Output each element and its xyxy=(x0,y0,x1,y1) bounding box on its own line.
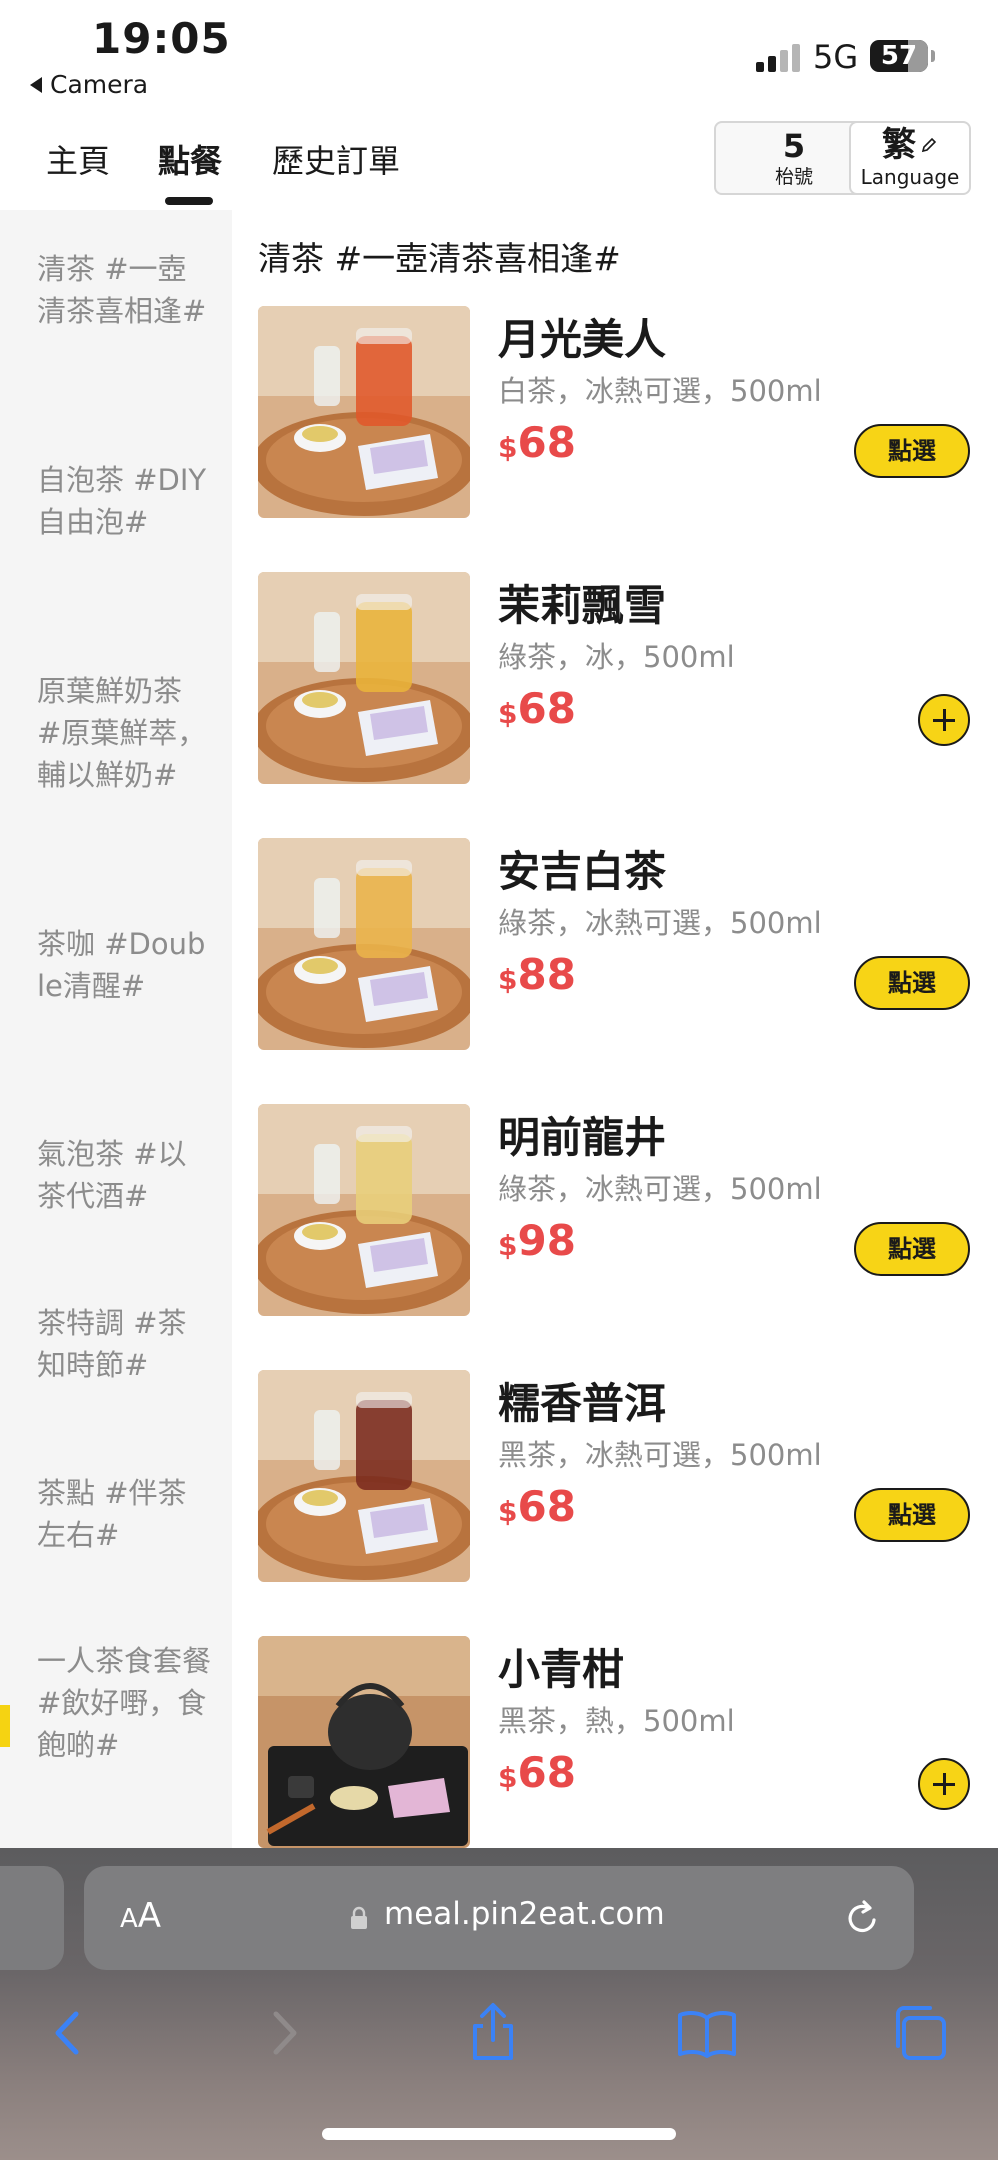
menu-item-description: 黑茶，冰熱可選，500ml xyxy=(498,1438,822,1472)
battery-level: 57 xyxy=(880,41,918,71)
text-size-button[interactable]: AA xyxy=(120,1896,161,1936)
select-item-button[interactable]: 點選 xyxy=(854,956,970,1010)
menu-item-price: $68 xyxy=(498,1748,576,1797)
sidebar-item-tea-snacks[interactable]: 茶點 #伴茶左右# xyxy=(37,1472,212,1556)
menu-item-name: 月光美人 xyxy=(498,315,667,364)
menu-item-price: $68 xyxy=(498,684,576,733)
menu-item-price: $88 xyxy=(498,950,576,999)
price-value: 68 xyxy=(517,1482,576,1531)
network-type: 5G xyxy=(813,38,859,76)
menu-item-name: 糯香普洱 xyxy=(498,1379,667,1428)
add-item-button[interactable] xyxy=(918,694,970,746)
menu-item-pre-qingming-longjing[interactable]: 明前龍井綠茶，冰熱可選，500ml $98 點選 xyxy=(258,1104,974,1318)
menu-item-little-green-mandarin[interactable]: 小青柑黑茶，熱，500ml $68 xyxy=(258,1636,974,1850)
back-to-app-button[interactable]: Camera xyxy=(30,70,148,99)
language-label: Language xyxy=(860,165,960,189)
currency-symbol: $ xyxy=(498,1229,518,1262)
sidebar-item-milk-tea[interactable]: 原葉鮮奶茶 #原葉鮮萃，輔以鮮奶# xyxy=(37,670,212,796)
lock-icon xyxy=(351,1906,367,1929)
currency-symbol: $ xyxy=(498,963,518,996)
category-sidebar xyxy=(0,210,232,1850)
pencil-icon xyxy=(921,137,937,153)
menu-item-price: $98 xyxy=(498,1216,576,1265)
sidebar-item-clear-tea[interactable]: 清茶 #一壺清茶喜相逢# xyxy=(37,248,212,332)
price-value: 68 xyxy=(517,684,576,733)
sidebar-item-set-meal[interactable]: 一人茶食套餐 #飲好嘢，食飽啲# xyxy=(37,1640,212,1766)
section-title: 清茶 #一壺清茶喜相逢# xyxy=(258,239,621,278)
menu-item-photo[interactable] xyxy=(258,1104,470,1316)
select-item-button[interactable]: 點選 xyxy=(854,1488,970,1542)
menu-item-description: 白茶，冰熱可選，500ml xyxy=(498,374,822,408)
url-text: meal.pin2eat.com xyxy=(384,1896,665,1932)
select-item-button[interactable]: 點選 xyxy=(854,424,970,478)
price-value: 88 xyxy=(517,950,576,999)
sidebar-scroll-indicator xyxy=(0,1705,10,1747)
menu-item-photo[interactable] xyxy=(258,1370,470,1582)
price-value: 68 xyxy=(517,418,576,467)
currency-symbol: $ xyxy=(498,1495,518,1528)
status-bar: 19:05 Camera 5G 57 xyxy=(0,0,998,110)
browser-toolbar: AA meal.pin2eat.com xyxy=(0,1848,998,2160)
reload-icon[interactable] xyxy=(842,1896,882,1940)
back-app-label: Camera xyxy=(50,70,149,99)
menu-item-photo[interactable] xyxy=(258,1636,470,1848)
forward-arrow-icon[interactable] xyxy=(250,2000,316,2066)
menu-item-name: 明前龍井 xyxy=(498,1113,667,1162)
tab-home[interactable]: 主頁 xyxy=(46,136,110,182)
bookmarks-icon[interactable] xyxy=(674,2000,740,2066)
language-button[interactable]: 繁 Language xyxy=(849,121,971,195)
menu-item-description: 黑茶，熱，500ml xyxy=(498,1704,735,1738)
menu-item-price: $68 xyxy=(498,418,576,467)
sidebar-item-diy-tea[interactable]: 自泡茶 #DIY自由泡# xyxy=(37,459,212,543)
currency-symbol: $ xyxy=(498,1761,518,1794)
menu-item-glutinous-puer[interactable]: 糯香普洱黑茶，冰熱可選，500ml $68 點選 xyxy=(258,1370,974,1584)
menu-item-description: 綠茶，冰熱可選，500ml xyxy=(498,1172,822,1206)
sidebar-item-tea-coffee[interactable]: 茶咖 #Double清醒# xyxy=(37,923,212,1007)
battery-nub xyxy=(931,50,935,62)
home-indicator xyxy=(322,2128,676,2140)
cellular-signal-icon xyxy=(756,44,802,72)
previous-tab-preview[interactable] xyxy=(0,1866,64,1970)
battery-icon: 57 xyxy=(870,40,928,72)
menu-item-photo[interactable] xyxy=(258,838,470,1050)
tab-order-history[interactable]: 歷史訂單 xyxy=(272,136,400,182)
currency-symbol: $ xyxy=(498,697,518,730)
active-tab-indicator xyxy=(165,197,213,205)
menu-item-photo[interactable] xyxy=(258,572,470,784)
tab-order[interactable]: 點餐 xyxy=(158,136,222,182)
menu-item-name: 茉莉飄雪 xyxy=(498,581,667,630)
address-bar[interactable]: AA meal.pin2eat.com xyxy=(84,1866,914,1970)
menu-item-anji-white-tea[interactable]: 安吉白茶綠茶，冰熱可選，500ml $88 點選 xyxy=(258,838,974,1052)
menu-item-name: 小青柑 xyxy=(498,1645,625,1694)
menu-item-name: 安吉白茶 xyxy=(498,847,667,896)
price-value: 68 xyxy=(517,1748,576,1797)
sidebar-item-sparkling-tea[interactable]: 氣泡茶 #以茶代酒# xyxy=(37,1133,212,1217)
sidebar-item-tea-specials[interactable]: 茶特調 #茶知時節# xyxy=(37,1302,212,1386)
back-arrow-icon[interactable] xyxy=(36,2000,102,2066)
share-icon[interactable] xyxy=(460,2000,526,2066)
price-value: 98 xyxy=(517,1216,576,1265)
add-item-button[interactable] xyxy=(918,1758,970,1810)
currency-symbol: $ xyxy=(498,431,518,464)
back-triangle-icon xyxy=(30,76,42,93)
menu-item-price: $68 xyxy=(498,1482,576,1531)
menu-item-jasmine-snow[interactable]: 茉莉飄雪綠茶，冰，500ml $68 xyxy=(258,572,974,786)
menu-item-description: 綠茶，冰，500ml xyxy=(498,640,735,674)
menu-item-moonlight-beauty[interactable]: 月光美人白茶，冰熱可選，500ml $68 點選 xyxy=(258,306,974,520)
select-item-button[interactable]: 點選 xyxy=(854,1222,970,1276)
language-current: 繁 xyxy=(882,125,916,165)
menu-item-description: 綠茶，冰熱可選，500ml xyxy=(498,906,822,940)
tabs-icon[interactable] xyxy=(886,2000,952,2066)
status-time: 19:05 xyxy=(92,14,231,63)
menu-item-photo[interactable] xyxy=(258,306,470,518)
